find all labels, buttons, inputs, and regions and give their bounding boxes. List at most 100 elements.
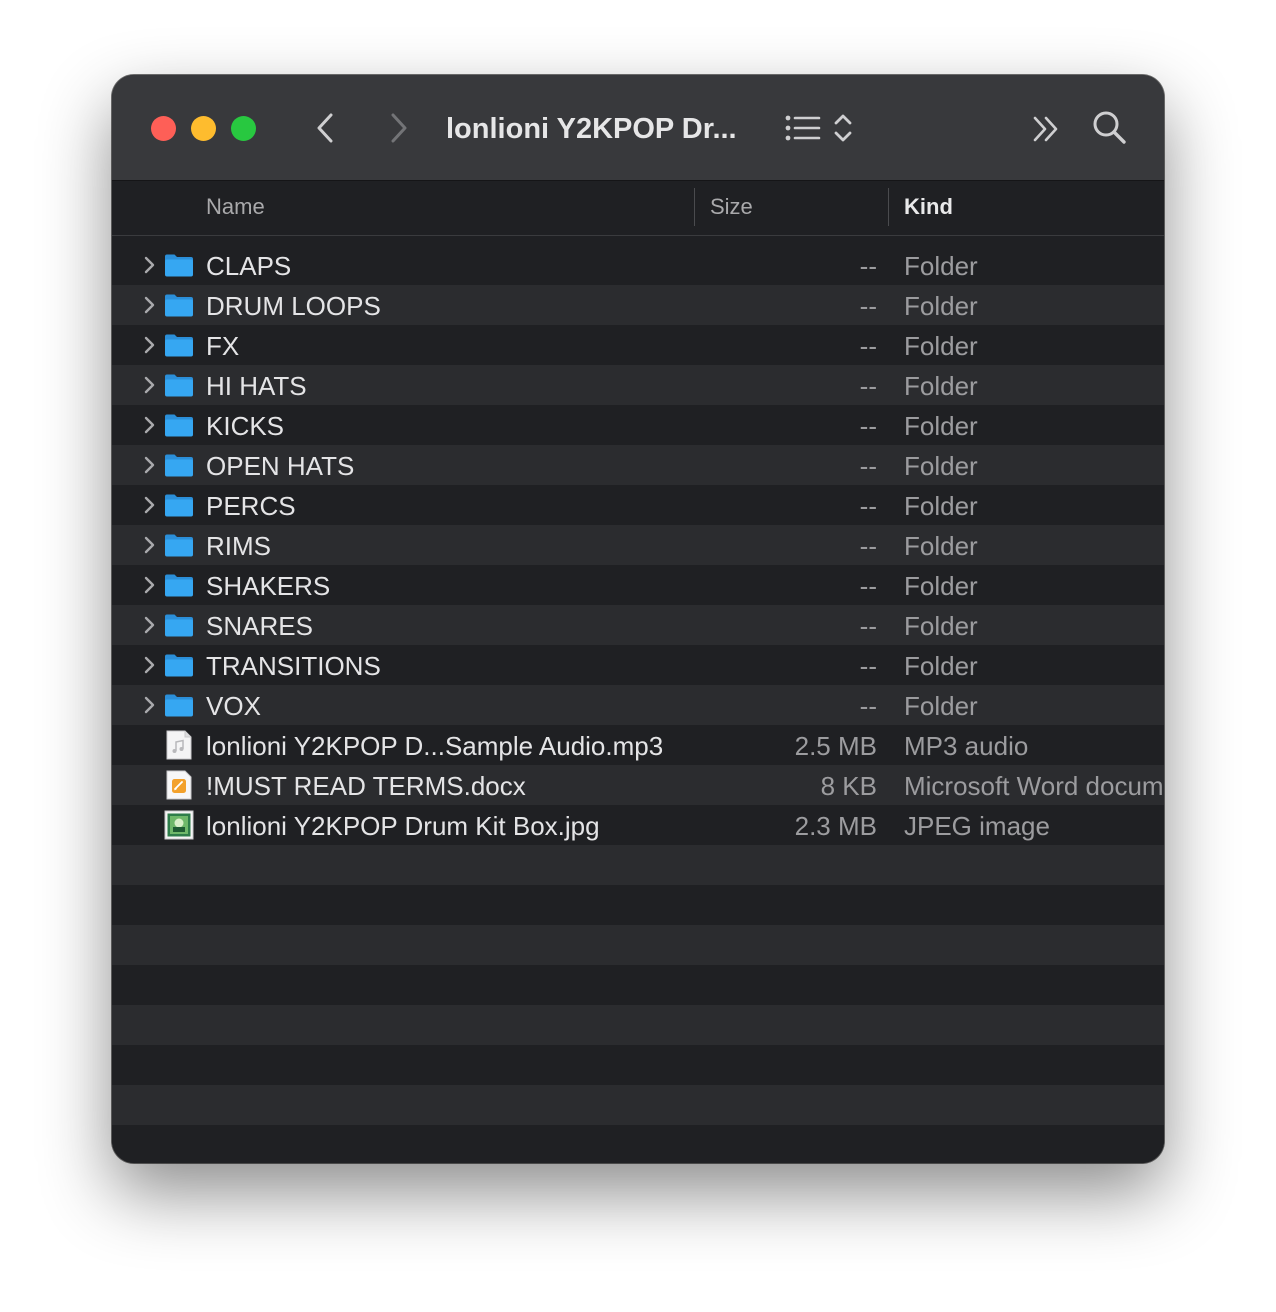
empty-row: [112, 1005, 1164, 1045]
file-row[interactable]: !MUST READ TERMS.docx 8 KB Microsoft Word …: [112, 765, 1164, 805]
item-kind: Folder: [904, 411, 978, 441]
folder-row[interactable]: SNARES -- Folder: [112, 605, 1164, 645]
empty-row: [112, 1085, 1164, 1125]
disclosure-chevron-icon[interactable]: [142, 415, 156, 435]
item-name: OPEN HATS: [206, 451, 355, 481]
image-file-icon: [164, 810, 194, 840]
disclosure-chevron-icon[interactable]: [142, 455, 156, 475]
item-name: RIMS: [206, 531, 271, 561]
item-size: --: [859, 291, 877, 321]
item-name: lonlioni Y2KPOP D...Sample Audio.mp3: [206, 731, 664, 761]
toolbar: lonlioni Y2KPOP Dr...: [112, 75, 1164, 181]
item-kind: Folder: [904, 611, 978, 641]
item-kind: JPEG image: [904, 811, 1050, 841]
folder-icon: [164, 650, 194, 680]
item-name: PERCS: [206, 491, 296, 521]
empty-row: [112, 885, 1164, 925]
close-button[interactable]: [151, 116, 176, 141]
disclosure-chevron-icon[interactable]: [142, 255, 156, 275]
item-name: lonlioni Y2KPOP Drum Kit Box.jpg: [206, 811, 600, 841]
item-kind: Folder: [904, 331, 978, 361]
item-kind: Folder: [904, 571, 978, 601]
folder-row[interactable]: VOX -- Folder: [112, 685, 1164, 725]
disclosure-chevron-icon[interactable]: [142, 655, 156, 675]
view-sort-icon[interactable]: [833, 111, 853, 145]
list-view-icon[interactable]: [784, 113, 822, 143]
column-separator[interactable]: [888, 188, 889, 226]
column-name[interactable]: Name: [206, 181, 265, 235]
back-chevron-icon[interactable]: [314, 111, 338, 145]
folder-icon: [164, 370, 194, 400]
item-name: CLAPS: [206, 251, 292, 281]
more-chevrons-icon[interactable]: [1032, 115, 1062, 143]
folder-row[interactable]: KICKS -- Folder: [112, 405, 1164, 445]
forward-chevron-icon[interactable]: [386, 111, 410, 145]
folder-icon: [164, 250, 194, 280]
item-name: DRUM LOOPS: [206, 291, 381, 321]
folder-icon: [164, 610, 194, 640]
item-kind: Folder: [904, 291, 978, 321]
search-icon[interactable]: [1091, 109, 1129, 147]
folder-row[interactable]: SHAKERS -- Folder: [112, 565, 1164, 605]
column-kind[interactable]: Kind: [904, 181, 953, 235]
folder-icon: [164, 330, 194, 360]
folder-row[interactable]: OPEN HATS -- Folder: [112, 445, 1164, 485]
minimize-button[interactable]: [191, 116, 216, 141]
empty-row: [112, 845, 1164, 885]
item-size: --: [859, 371, 877, 401]
folder-row[interactable]: RIMS -- Folder: [112, 525, 1164, 565]
item-name: HI HATS: [206, 371, 307, 401]
column-separator[interactable]: [694, 188, 695, 226]
item-size: --: [859, 571, 877, 601]
folder-row[interactable]: DRUM LOOPS -- Folder: [112, 285, 1164, 325]
item-size: --: [859, 251, 877, 281]
disclosure-chevron-icon[interactable]: [142, 335, 156, 355]
item-kind: Folder: [904, 491, 978, 521]
folder-icon: [164, 290, 194, 320]
item-size: --: [859, 331, 877, 361]
item-kind: Folder: [904, 251, 978, 281]
word-document-icon: [164, 770, 194, 800]
disclosure-chevron-icon[interactable]: [142, 535, 156, 555]
empty-row: [112, 925, 1164, 965]
folder-icon: [164, 570, 194, 600]
folder-row[interactable]: CLAPS -- Folder: [112, 245, 1164, 285]
item-kind: Folder: [904, 531, 978, 561]
item-kind: Folder: [904, 451, 978, 481]
item-size: 2.5 MB: [794, 731, 877, 761]
disclosure-chevron-icon[interactable]: [142, 695, 156, 715]
folder-row[interactable]: PERCS -- Folder: [112, 485, 1164, 525]
item-size: 2.3 MB: [794, 811, 877, 841]
file-list: CLAPS -- Folder DRUM LOOPS -- Folder FX -- Folde…: [112, 245, 1164, 1163]
item-name: VOX: [206, 691, 261, 721]
item-name: SNARES: [206, 611, 313, 641]
item-kind: MP3 audio: [904, 731, 1029, 761]
disclosure-chevron-icon[interactable]: [142, 295, 156, 315]
item-size: --: [859, 691, 877, 721]
disclosure-chevron-icon[interactable]: [142, 375, 156, 395]
disclosure-chevron-icon[interactable]: [142, 575, 156, 595]
item-size: --: [859, 651, 877, 681]
folder-row[interactable]: TRANSITIONS -- Folder: [112, 645, 1164, 685]
file-row[interactable]: lonlioni Y2KPOP Drum Kit Box.jpg 2.3 MB JP…: [112, 805, 1164, 845]
zoom-button[interactable]: [231, 116, 256, 141]
folder-row[interactable]: FX -- Folder: [112, 325, 1164, 365]
item-kind: Microsoft Word document: [904, 771, 1164, 801]
item-size: --: [859, 491, 877, 521]
folder-icon: [164, 690, 194, 720]
item-size: --: [859, 531, 877, 561]
folder-row[interactable]: HI HATS -- Folder: [112, 365, 1164, 405]
file-row[interactable]: lonlioni Y2KPOP D...Sample Audio.mp3 2.5 …: [112, 725, 1164, 765]
item-kind: Folder: [904, 651, 978, 681]
item-kind: Folder: [904, 691, 978, 721]
folder-icon: [164, 490, 194, 520]
disclosure-chevron-icon[interactable]: [142, 495, 156, 515]
disclosure-chevron-icon[interactable]: [142, 615, 156, 635]
item-size: --: [859, 411, 877, 441]
empty-row: [112, 1045, 1164, 1085]
folder-icon: [164, 530, 194, 560]
column-size[interactable]: Size: [710, 181, 753, 235]
item-size: --: [859, 611, 877, 641]
folder-icon: [164, 450, 194, 480]
item-size: --: [859, 451, 877, 481]
